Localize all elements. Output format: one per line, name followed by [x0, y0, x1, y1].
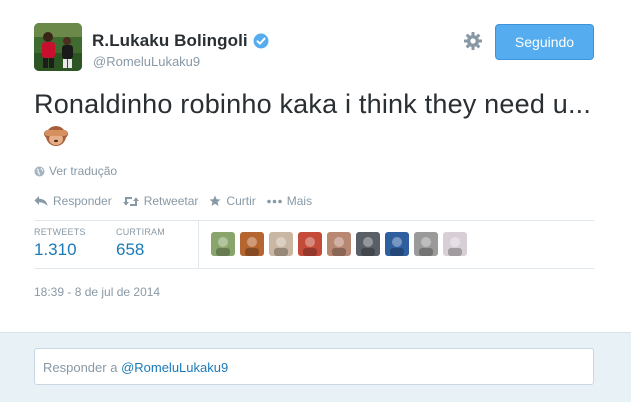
reply-action[interactable]: Responder: [34, 194, 112, 208]
retweet-label: Retweetar: [143, 194, 199, 208]
likes-stat[interactable]: CURTIRAM 658: [116, 227, 165, 260]
liker-avatar[interactable]: [269, 232, 293, 256]
liker-avatar[interactable]: [327, 232, 351, 256]
retweets-label: RETWEETS: [34, 227, 86, 237]
translate-link[interactable]: Ver tradução: [34, 164, 117, 178]
tweet-timestamp: 18:39 - 8 de jul de 2014: [34, 285, 161, 299]
author-name-row[interactable]: R.Lukaku Bolingoli: [92, 31, 269, 51]
like-action[interactable]: Curtir: [209, 194, 256, 208]
star-icon: [209, 195, 221, 206]
reply-icon: [34, 196, 48, 206]
reply-mention: @RomeluLukaku9: [121, 360, 229, 375]
gear-icon[interactable]: [463, 31, 483, 51]
reply-label: Responder: [53, 194, 112, 208]
reply-input[interactable]: Responder a @RomeluLukaku9: [34, 348, 594, 385]
translate-label[interactable]: Ver tradução: [49, 164, 117, 178]
liker-avatar[interactable]: [240, 232, 264, 256]
more-dots-icon: [266, 199, 282, 203]
liker-avatar[interactable]: [385, 232, 409, 256]
author-fullname[interactable]: R.Lukaku Bolingoli: [92, 31, 248, 51]
tweet-actions: Responder Retweetar Curtir Mais: [34, 194, 323, 208]
liker-avatar[interactable]: [356, 232, 380, 256]
liker-avatar[interactable]: [443, 232, 467, 256]
stats-divider-vertical: [198, 221, 199, 268]
retweets-count[interactable]: 1.310: [34, 240, 86, 260]
verified-badge-icon: [253, 33, 269, 49]
liker-avatars: [211, 232, 472, 256]
tweet-text: Ronaldinho robinho kaka i think they nee…: [34, 89, 592, 119]
reply-placeholder: Responder a: [43, 360, 122, 375]
author-screenname[interactable]: @RomeluLukaku9: [93, 54, 200, 69]
stats-divider-bottom: [34, 268, 594, 269]
liker-avatar[interactable]: [414, 232, 438, 256]
globe-icon: [34, 166, 45, 177]
tweet-card: R.Lukaku Bolingoli @RomeluLukaku9 Seguin…: [0, 0, 631, 332]
tweet-text-container: Ronaldinho robinho kaka i think they nee…: [34, 88, 594, 154]
author-avatar[interactable]: [34, 23, 82, 71]
like-label: Curtir: [226, 194, 256, 208]
retweet-icon: [122, 196, 139, 206]
see-no-evil-monkey-icon: [42, 122, 70, 150]
likes-count[interactable]: 658: [116, 240, 165, 260]
follow-button[interactable]: Seguindo: [495, 24, 594, 60]
liker-avatar[interactable]: [298, 232, 322, 256]
retweet-action[interactable]: Retweetar: [122, 194, 199, 208]
more-label: Mais: [286, 194, 313, 208]
retweets-stat[interactable]: RETWEETS 1.310: [34, 227, 86, 260]
reply-area: Responder a @RomeluLukaku9: [0, 332, 631, 402]
stats-divider-top: [34, 220, 594, 221]
likes-label: CURTIRAM: [116, 227, 165, 237]
liker-avatar[interactable]: [211, 232, 235, 256]
more-action[interactable]: Mais: [266, 194, 313, 208]
